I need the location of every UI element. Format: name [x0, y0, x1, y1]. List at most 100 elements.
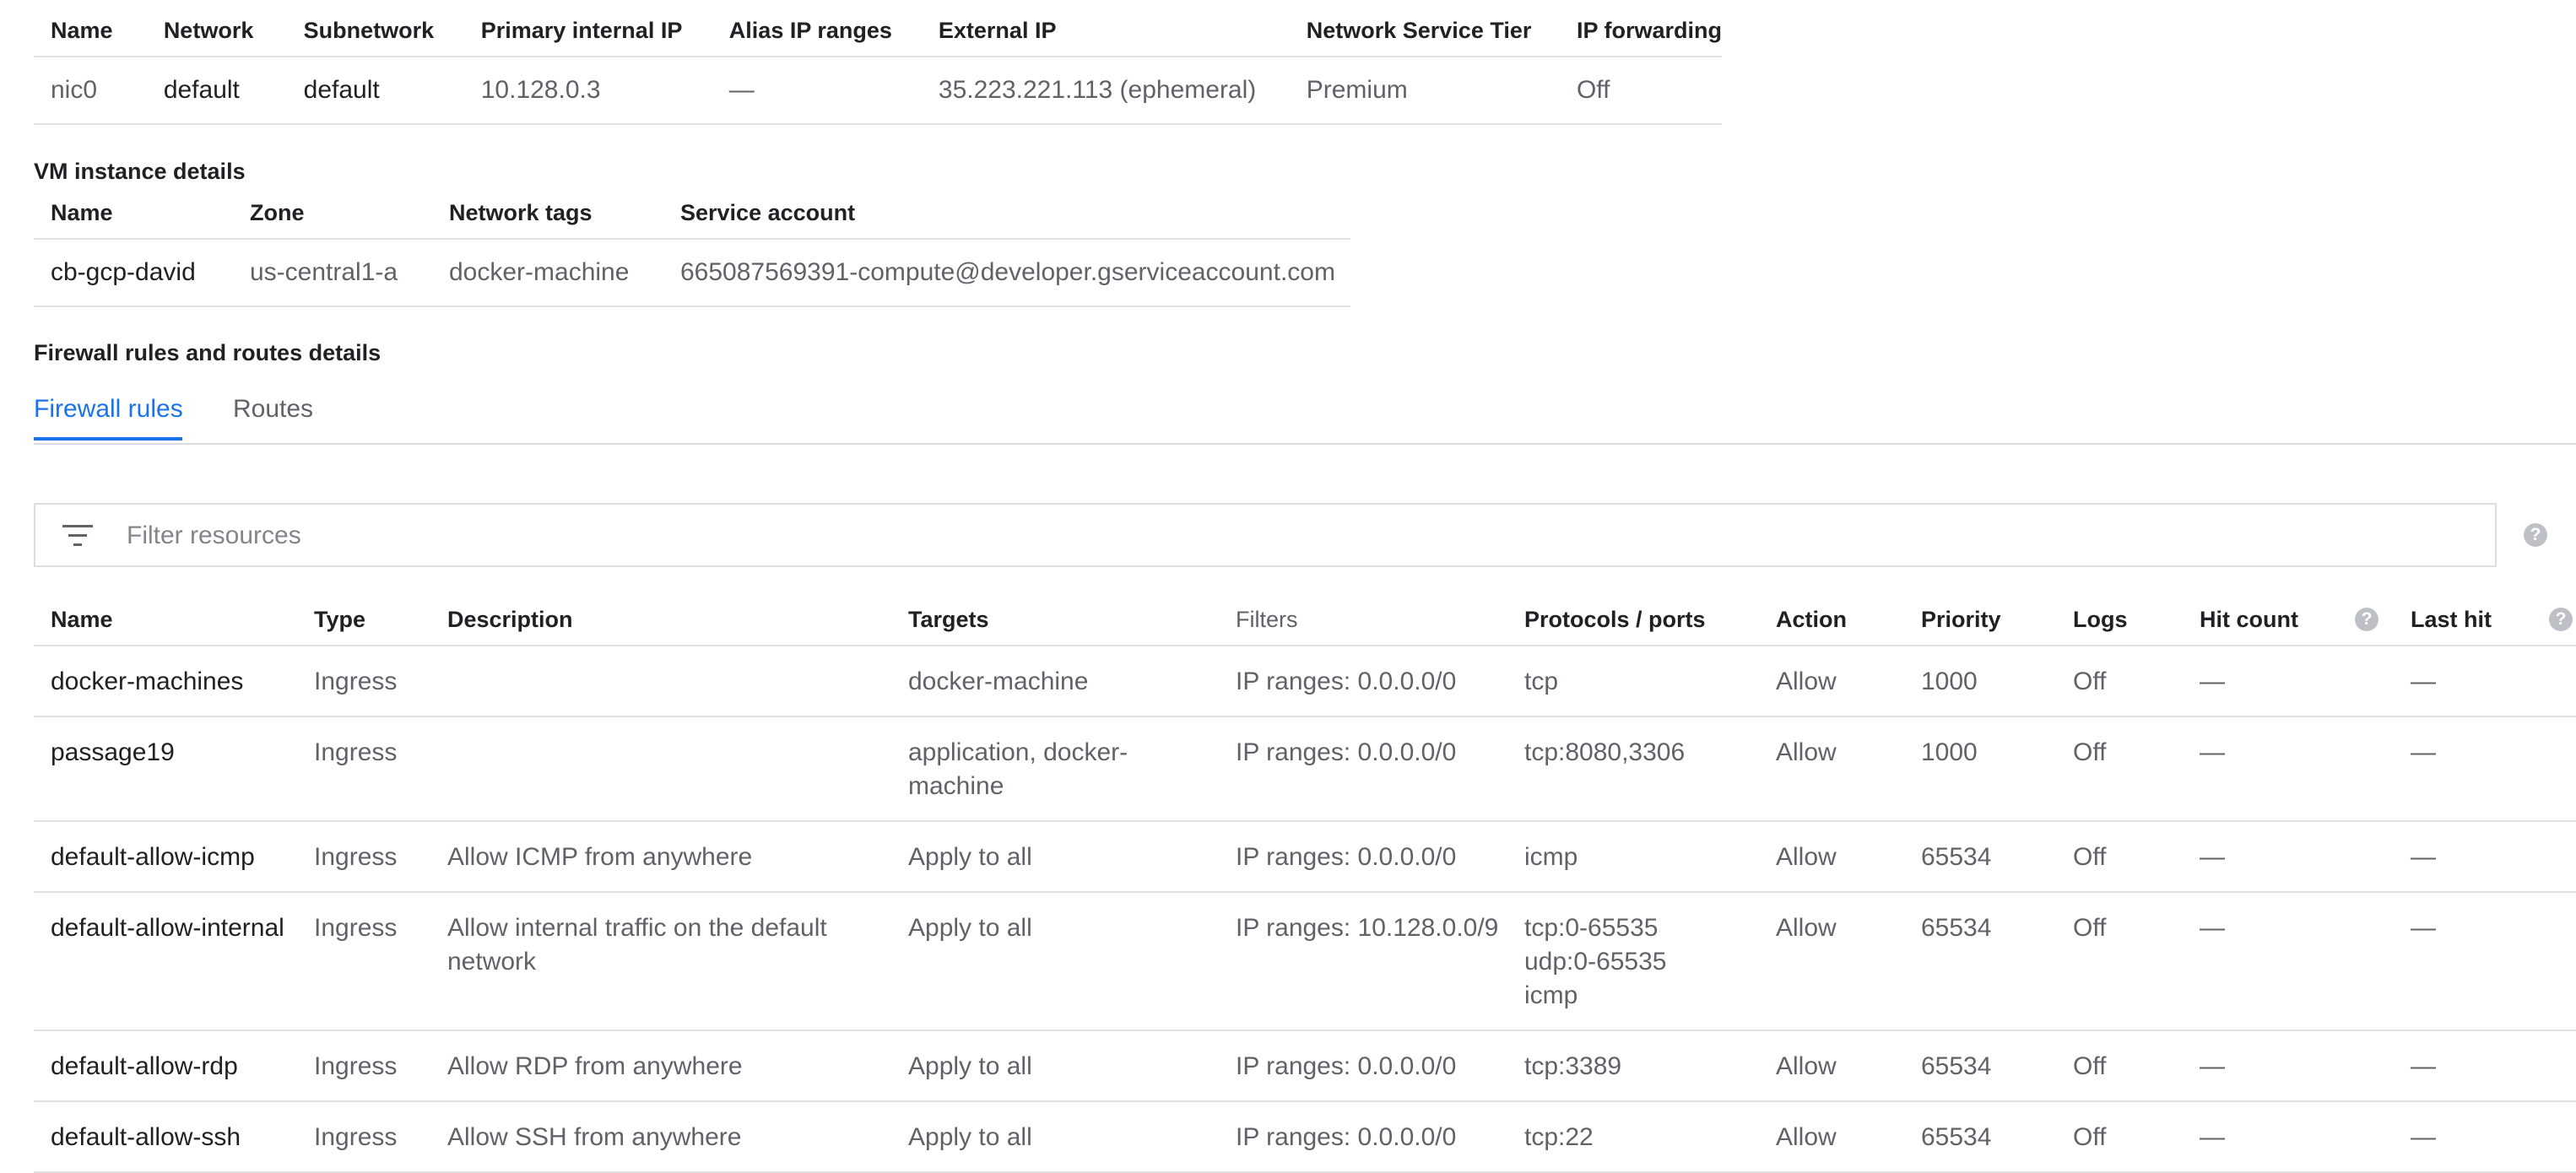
rule-targets: Apply to all	[891, 892, 1219, 1031]
network-interfaces-table: Name Network Subnetwork Primary internal…	[34, 5, 1722, 125]
fw-col-description[interactable]: Description	[430, 594, 891, 646]
rule-last-hit: —	[2394, 1101, 2576, 1173]
table-row[interactable]: docker-machines Ingress docker-machine IP r…	[34, 646, 2576, 717]
filter-bar[interactable]	[34, 503, 2497, 567]
table-row[interactable]: default-allow-icmp Ingress Allow ICMP from…	[34, 821, 2576, 893]
rule-filters: IP ranges: 10.128.0.0/9	[1219, 892, 1507, 1031]
nic-col-external-ip: External IP	[921, 5, 1290, 57]
vm-col-service-account: Service account	[663, 187, 1350, 240]
rule-action: Allow	[1759, 892, 1904, 1031]
rule-logs: Off	[2056, 1030, 2183, 1102]
firewall-section-title: Firewall rules and routes details	[34, 340, 382, 365]
rule-last-hit: —	[2394, 1030, 2576, 1102]
rule-action: Allow	[1759, 646, 1904, 717]
rule-type: Ingress	[297, 1101, 430, 1173]
tab-routes[interactable]: Routes	[233, 395, 313, 424]
rule-description	[430, 646, 891, 717]
active-tab-indicator	[34, 437, 182, 441]
fw-col-type[interactable]: Type	[297, 594, 430, 646]
nic-col-primary-ip: Primary internal IP	[463, 5, 712, 57]
rule-name-link[interactable]: default-allow-ssh	[34, 1101, 297, 1173]
rule-name-link[interactable]: passage19	[34, 716, 297, 822]
vm-col-name: Name	[34, 187, 233, 240]
rule-targets: Apply to all	[891, 1101, 1219, 1173]
fw-col-name[interactable]: Name	[34, 594, 297, 646]
rule-action: Allow	[1759, 1030, 1904, 1102]
nic-col-tier: Network Service Tier	[1289, 5, 1560, 57]
rule-priority: 65534	[1904, 1101, 2056, 1173]
fw-col-filters[interactable]: Filters	[1219, 594, 1507, 646]
table-row: cb-gcp-david us-central1-a docker-machin…	[34, 239, 1350, 307]
nic-alias-ip: —	[712, 57, 922, 125]
table-row[interactable]: passage19 Ingress application, docker-mach…	[34, 716, 2576, 822]
vm-name-link[interactable]: cb-gcp-david	[34, 239, 233, 307]
vm-service-account: 665087569391-compute@developer.gservicea…	[663, 239, 1350, 307]
table-row[interactable]: default-allow-internal Ingress Allow inter…	[34, 892, 2576, 1031]
fw-col-hit-count[interactable]: Hit count?	[2183, 594, 2394, 646]
rule-filters: IP ranges: 0.0.0.0/0	[1219, 1101, 1507, 1173]
filter-input[interactable]	[125, 505, 2475, 567]
nic-header-row: Name Network Subnetwork Primary internal…	[34, 5, 1722, 57]
fw-col-targets[interactable]: Targets	[891, 594, 1219, 646]
vm-col-tags: Network tags	[432, 187, 663, 240]
last-hit-help-icon[interactable]: ?	[2549, 608, 2573, 631]
rule-hit-count: —	[2183, 1030, 2394, 1102]
rule-filters: IP ranges: 0.0.0.0/0	[1219, 716, 1507, 822]
rule-priority: 65534	[1904, 821, 2056, 893]
rule-logs: Off	[2056, 646, 2183, 717]
rule-protocols: icmp	[1507, 821, 1759, 893]
rule-last-hit: —	[2394, 892, 2576, 1031]
rule-description	[430, 716, 891, 822]
nic-col-alias-ip: Alias IP ranges	[712, 5, 922, 57]
rule-type: Ingress	[297, 821, 430, 893]
hit-count-help-icon[interactable]: ?	[2355, 608, 2378, 631]
rule-last-hit: —	[2394, 646, 2576, 717]
rule-type: Ingress	[297, 646, 430, 717]
vm-zone: us-central1-a	[233, 239, 432, 307]
rule-name-link[interactable]: docker-machines	[34, 646, 297, 717]
rule-type: Ingress	[297, 1030, 430, 1102]
rule-name-link[interactable]: default-allow-rdp	[34, 1030, 297, 1102]
tab-firewall-rules[interactable]: Firewall rules	[34, 395, 183, 424]
rule-name-link[interactable]: default-allow-internal	[34, 892, 297, 1031]
rule-logs: Off	[2056, 892, 2183, 1031]
rule-last-hit: —	[2394, 821, 2576, 893]
rule-filters: IP ranges: 0.0.0.0/0	[1219, 821, 1507, 893]
rule-action: Allow	[1759, 716, 1904, 822]
rule-logs: Off	[2056, 821, 2183, 893]
fw-col-action[interactable]: Action	[1759, 594, 1904, 646]
rule-action: Allow	[1759, 1101, 1904, 1173]
rule-name-link[interactable]: default-allow-icmp	[34, 821, 297, 893]
rule-protocols: tcp:8080,3306	[1507, 716, 1759, 822]
vm-details-table: Name Zone Network tags Service account c…	[34, 187, 1350, 307]
firewall-header-row: Name Type Description Targets Filters Pr…	[34, 594, 2576, 646]
vm-details-title: VM instance details	[34, 159, 246, 184]
rule-filters: IP ranges: 0.0.0.0/0	[1219, 646, 1507, 717]
nic-col-network: Network	[146, 5, 287, 57]
rule-description: Allow internal traffic on the default ne…	[430, 892, 891, 1031]
table-row[interactable]: default-allow-rdp Ingress Allow RDP from a…	[34, 1030, 2576, 1102]
nic-ip-forwarding: Off	[1559, 57, 1722, 125]
nic-tier: Premium	[1289, 57, 1560, 125]
rule-protocols: tcp:0-65535 udp:0-65535 icmp	[1507, 892, 1759, 1031]
fw-col-last-hit[interactable]: Last hit?	[2394, 594, 2576, 646]
fw-col-priority[interactable]: Priority	[1904, 594, 2056, 646]
rule-targets: docker-machine	[891, 646, 1219, 717]
nic-subnetwork-link[interactable]: default	[286, 57, 464, 125]
fw-col-logs[interactable]: Logs	[2056, 594, 2183, 646]
rule-hit-count: —	[2183, 646, 2394, 717]
filter-help-icon[interactable]: ?	[2524, 523, 2547, 547]
filter-icon[interactable]	[62, 523, 93, 549]
rule-logs: Off	[2056, 1101, 2183, 1173]
fw-col-protocols[interactable]: Protocols / ports	[1507, 594, 1759, 646]
rule-description: Allow SSH from anywhere	[430, 1101, 891, 1173]
rule-last-hit: —	[2394, 716, 2576, 822]
rule-targets: Apply to all	[891, 1030, 1219, 1102]
rule-hit-count: —	[2183, 1101, 2394, 1173]
vm-header-row: Name Zone Network tags Service account	[34, 187, 1350, 240]
rule-logs: Off	[2056, 716, 2183, 822]
rule-protocols: tcp:3389	[1507, 1030, 1759, 1102]
nic-network-link[interactable]: default	[146, 57, 287, 125]
table-row[interactable]: default-allow-ssh Ingress Allow SSH from a…	[34, 1101, 2576, 1173]
vm-network-tags: docker-machine	[432, 239, 663, 307]
